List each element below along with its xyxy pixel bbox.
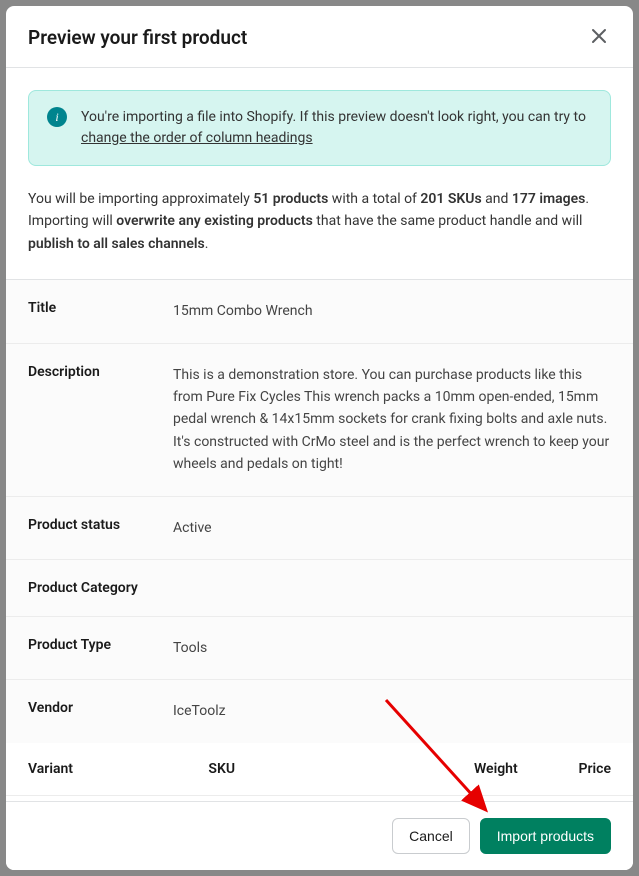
detail-label: Product Type	[28, 637, 173, 659]
modal-body: i You're importing a file into Shopify. …	[6, 68, 633, 801]
product-details: Title 15mm Combo Wrench Description This…	[6, 279, 633, 743]
variant-table-header: Variant SKU Weight Price	[6, 743, 633, 796]
summary-text: and	[482, 191, 512, 207]
modal-footer: Cancel Import products	[6, 801, 633, 870]
modal-title: Preview your first product	[28, 26, 247, 49]
summary-text: that have the same product handle and wi…	[313, 213, 583, 229]
detail-label: Title	[28, 300, 173, 322]
detail-value: IceToolz	[173, 700, 611, 722]
detail-row-title: Title 15mm Combo Wrench	[6, 280, 633, 343]
detail-value: Tools	[173, 637, 611, 659]
sku-count: 201 SKUs	[420, 191, 481, 207]
info-banner: i You're importing a file into Shopify. …	[28, 90, 611, 166]
summary-text: You will be importing approximately	[28, 191, 253, 207]
variant-table: Variant SKU Weight Price 15mm Combo Wren…	[6, 743, 633, 801]
summary-text: with a total of	[328, 191, 420, 207]
col-header-sku: SKU	[208, 761, 414, 777]
summary-text: .	[205, 236, 209, 252]
detail-label: Product Category	[28, 580, 173, 596]
detail-value	[173, 580, 611, 596]
import-products-button[interactable]: Import products	[480, 818, 611, 854]
detail-row-category: Product Category	[6, 560, 633, 617]
import-summary: You will be importing approximately 51 p…	[28, 188, 611, 255]
detail-row-description: Description This is a demonstration stor…	[6, 344, 633, 497]
col-header-variant: Variant	[28, 761, 208, 777]
product-count: 51 products	[253, 191, 328, 207]
import-preview-modal: Preview your first product i You're impo…	[6, 6, 633, 870]
modal-header: Preview your first product	[6, 6, 633, 68]
detail-value: Active	[173, 517, 611, 539]
overwrite-warning: overwrite any existing products	[116, 213, 313, 229]
cancel-button[interactable]: Cancel	[392, 818, 470, 854]
detail-value: 15mm Combo Wrench	[173, 300, 611, 322]
publish-warning: publish to all sales channels	[28, 236, 205, 252]
info-icon: i	[47, 107, 67, 127]
image-count: 177 images	[512, 191, 586, 207]
info-text: You're importing a file into Shopify. If…	[81, 107, 592, 149]
change-column-order-link[interactable]: change the order of column headings	[81, 130, 313, 146]
detail-value: This is a demonstration store. You can p…	[173, 364, 611, 476]
detail-row-type: Product Type Tools	[6, 617, 633, 680]
detail-label: Description	[28, 364, 173, 476]
close-icon	[589, 26, 609, 49]
detail-row-status: Product status Active	[6, 497, 633, 560]
detail-label: Vendor	[28, 700, 173, 722]
info-text-prefix: You're importing a file into Shopify. If…	[81, 109, 586, 125]
detail-row-vendor: Vendor IceToolz	[6, 680, 633, 742]
col-header-weight: Weight	[415, 761, 534, 777]
detail-label: Product status	[28, 517, 173, 539]
col-header-price: Price	[534, 761, 611, 777]
close-button[interactable]	[587, 24, 611, 51]
